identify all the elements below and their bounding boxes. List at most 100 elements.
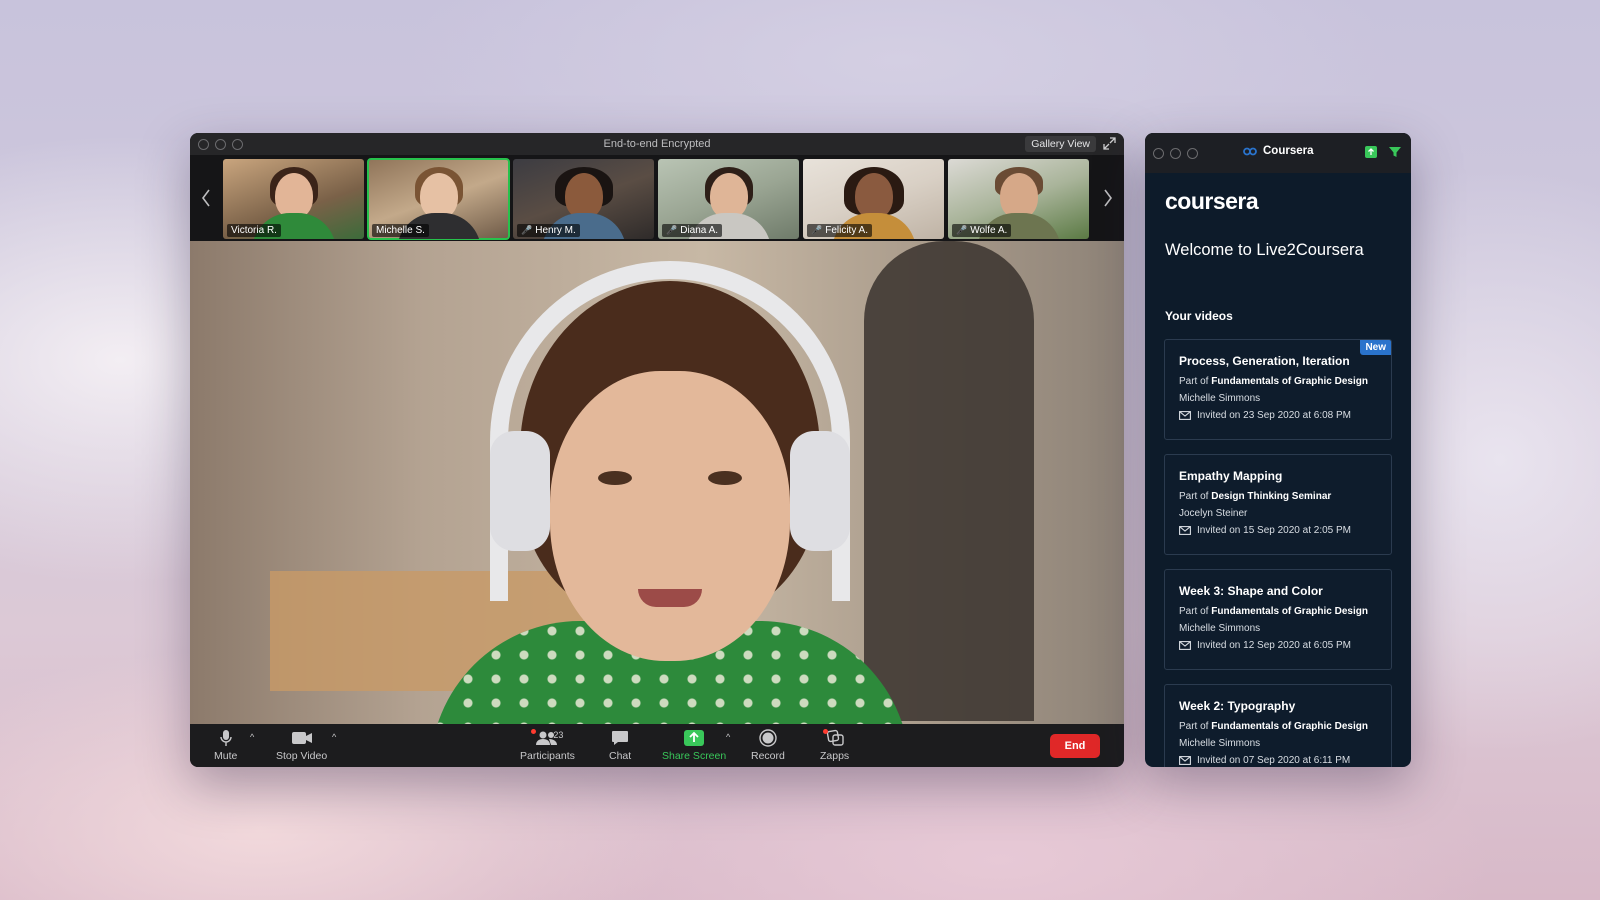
zapps-label: Zapps bbox=[820, 750, 850, 762]
coursera-titlebar: Coursera bbox=[1145, 133, 1411, 173]
mic-muted-icon: 🎤 bbox=[666, 225, 678, 235]
close-window-button[interactable] bbox=[1153, 147, 1164, 159]
invited-text: Invited on 12 Sep 2020 at 6:05 PM bbox=[1197, 640, 1351, 651]
record-icon bbox=[759, 729, 777, 747]
participant-name-tag: Michelle S. bbox=[372, 224, 429, 237]
mute-button[interactable]: Mute bbox=[214, 729, 237, 762]
participant-name: Diana A. bbox=[680, 225, 719, 236]
part-of-label: Part of bbox=[1179, 721, 1209, 732]
invited-text: Invited on 07 Sep 2020 at 6:11 PM bbox=[1197, 755, 1351, 766]
video-invited: Invited on 12 Sep 2020 at 6:05 PM bbox=[1179, 640, 1377, 651]
participants-button[interactable]: 23 Participants bbox=[520, 729, 575, 762]
app-title-text: Coursera bbox=[1263, 145, 1314, 157]
strip-prev-button[interactable] bbox=[196, 183, 216, 213]
participant-name-tag: 🎤 Wolfe A. bbox=[952, 224, 1012, 237]
record-button[interactable]: Record bbox=[751, 729, 785, 762]
course-name: Fundamentals of Graphic Design bbox=[1211, 376, 1368, 387]
share-screen-icon bbox=[684, 730, 705, 746]
video-card[interactable]: Empathy Mapping Part of Design Thinking … bbox=[1164, 454, 1392, 555]
participant-name: Wolfe A. bbox=[970, 225, 1008, 236]
share-screen-button[interactable]: Share Screen bbox=[662, 729, 726, 762]
chevron-left-icon bbox=[202, 189, 210, 207]
video-course-line: Part of Fundamentals of Graphic Design bbox=[1179, 376, 1377, 387]
fullscreen-icon[interactable] bbox=[1103, 137, 1116, 150]
zapps-button[interactable]: Zapps bbox=[820, 729, 849, 762]
participant-tile-victoria[interactable]: Victoria R. bbox=[223, 159, 364, 239]
video-course-line: Part of Fundamentals of Graphic Design bbox=[1179, 606, 1377, 617]
audio-options-caret[interactable]: ^ bbox=[250, 732, 254, 742]
background-doorway bbox=[864, 241, 1034, 721]
participant-name-tag: 🎤 Felicity A. bbox=[807, 224, 873, 237]
chevron-right-icon bbox=[1104, 189, 1112, 207]
envelope-icon bbox=[1179, 756, 1191, 765]
participants-label: Participants bbox=[520, 750, 575, 762]
video-course-line: Part of Fundamentals of Graphic Design bbox=[1179, 721, 1377, 732]
participant-strip: Victoria R. Michelle S. 🎤 Henry M. 🎤 Diana… bbox=[190, 155, 1124, 241]
video-author: Michelle Simmons bbox=[1179, 738, 1261, 749]
video-title: Empathy Mapping bbox=[1179, 469, 1283, 483]
notification-dot bbox=[822, 729, 828, 734]
mic-muted-icon: 🎤 bbox=[811, 225, 823, 235]
stop-video-button[interactable]: Stop Video bbox=[276, 729, 327, 762]
zoom-window: End-to-end Encrypted Gallery View Victor… bbox=[190, 133, 1124, 767]
mic-muted-icon: 🎤 bbox=[956, 225, 968, 235]
part-of-label: Part of bbox=[1179, 491, 1209, 502]
participant-name-tag: 🎤 Diana A. bbox=[662, 224, 723, 237]
headphones-band bbox=[490, 261, 850, 601]
video-invited: Invited on 23 Sep 2020 at 6:08 PM bbox=[1179, 410, 1377, 421]
video-author: Michelle Simmons bbox=[1179, 393, 1261, 404]
envelope-icon bbox=[1179, 641, 1191, 650]
welcome-heading: Welcome to Live2Coursera bbox=[1165, 241, 1364, 259]
headphones-left-cup bbox=[490, 431, 550, 551]
participant-name: Michelle S. bbox=[376, 225, 425, 236]
part-of-label: Part of bbox=[1179, 376, 1209, 387]
video-author: Michelle Simmons bbox=[1179, 623, 1261, 634]
meeting-title: End-to-end Encrypted bbox=[603, 138, 711, 150]
participant-name: Henry M. bbox=[535, 225, 576, 236]
video-title: Week 3: Shape and Color bbox=[1179, 584, 1323, 598]
record-label: Record bbox=[751, 750, 785, 762]
course-name: Design Thinking Seminar bbox=[1211, 491, 1332, 502]
participant-tile-wolfe[interactable]: 🎤 Wolfe A. bbox=[948, 159, 1089, 239]
coursera-window: Coursera coursera Welcome to Live2Course… bbox=[1145, 133, 1411, 767]
strip-next-button[interactable] bbox=[1098, 183, 1118, 213]
video-author: Jocelyn Steiner bbox=[1179, 508, 1248, 519]
videos-section-title: Your videos bbox=[1165, 309, 1233, 323]
envelope-icon bbox=[1179, 411, 1191, 420]
new-badge: New bbox=[1360, 340, 1391, 355]
share-options-caret[interactable]: ^ bbox=[726, 732, 730, 742]
filter-icon[interactable] bbox=[1389, 146, 1401, 158]
video-options-caret[interactable]: ^ bbox=[332, 732, 336, 742]
video-invited: Invited on 07 Sep 2020 at 6:11 PM bbox=[1179, 755, 1377, 766]
video-card[interactable]: Week 2: Typography Part of Fundamentals … bbox=[1164, 684, 1392, 767]
stop-video-label: Stop Video bbox=[276, 750, 328, 762]
minimize-window-button[interactable] bbox=[1170, 147, 1181, 159]
video-card[interactable]: New Process, Generation, Iteration Part … bbox=[1164, 339, 1392, 440]
zoom-titlebar: End-to-end Encrypted Gallery View bbox=[190, 133, 1124, 155]
headphones-right-cup bbox=[790, 431, 850, 551]
active-speaker-video bbox=[190, 241, 1124, 724]
participant-name: Felicity A. bbox=[825, 225, 869, 236]
coursera-app-icon bbox=[1243, 147, 1257, 155]
participant-name-tag: 🎤 Henry M. bbox=[517, 224, 580, 237]
participant-name: Victoria R. bbox=[231, 225, 277, 236]
participant-tile-felicity[interactable]: 🎤 Felicity A. bbox=[803, 159, 944, 239]
share-screen-label: Share Screen bbox=[662, 750, 727, 762]
video-camera-icon bbox=[291, 732, 312, 744]
course-name: Fundamentals of Graphic Design bbox=[1211, 606, 1368, 617]
video-card[interactable]: Week 3: Shape and Color Part of Fundamen… bbox=[1164, 569, 1392, 670]
microphone-icon bbox=[219, 730, 232, 746]
maximize-window-button[interactable] bbox=[1187, 147, 1198, 159]
invited-text: Invited on 15 Sep 2020 at 2:05 PM bbox=[1197, 525, 1351, 536]
share-to-screen-icon[interactable] bbox=[1365, 146, 1377, 158]
video-title: Process, Generation, Iteration bbox=[1179, 354, 1350, 368]
chat-button[interactable]: Chat bbox=[609, 729, 631, 762]
participant-tile-henry[interactable]: 🎤 Henry M. bbox=[513, 159, 654, 239]
invited-text: Invited on 23 Sep 2020 at 6:08 PM bbox=[1197, 410, 1351, 421]
participant-tile-diana[interactable]: 🎤 Diana A. bbox=[658, 159, 799, 239]
gallery-view-button[interactable]: Gallery View bbox=[1025, 136, 1096, 152]
end-meeting-button[interactable]: End bbox=[1050, 734, 1100, 758]
participant-tile-michelle[interactable]: Michelle S. bbox=[367, 158, 510, 240]
video-title: Week 2: Typography bbox=[1179, 699, 1296, 713]
chat-label: Chat bbox=[609, 750, 632, 762]
